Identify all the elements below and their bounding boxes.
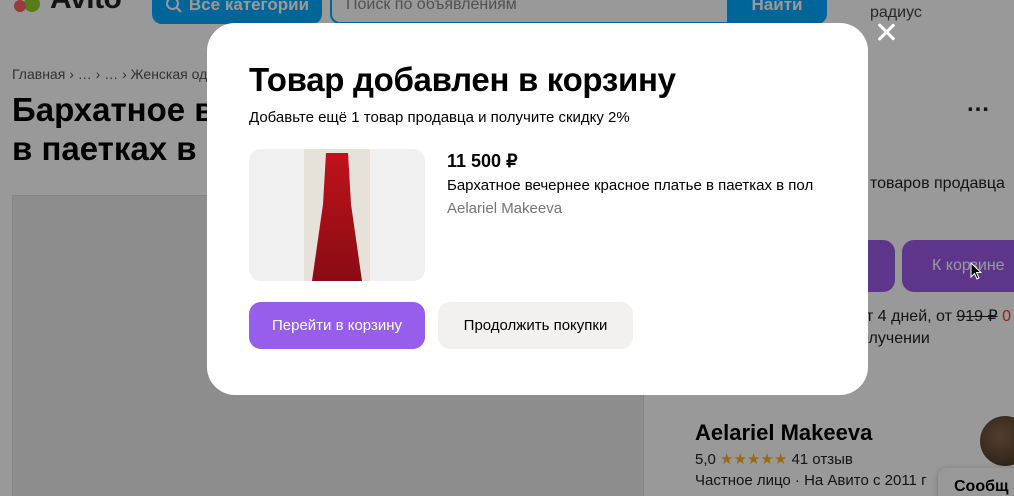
- modal-subtitle: Добавьте ещё 1 товар продавца и получите…: [249, 109, 630, 126]
- product-photo: [304, 149, 370, 281]
- product-thumbnail[interactable]: [249, 149, 425, 281]
- product-price: 11 500 ₽: [447, 151, 518, 171]
- product-name[interactable]: Бархатное вечернее красное платье в пает…: [447, 177, 832, 194]
- product-seller: Aelariel Makeeva: [447, 200, 563, 217]
- go-to-cart-button[interactable]: Перейти в корзину: [249, 302, 425, 349]
- dress-image: [312, 153, 362, 281]
- close-icon[interactable]: [872, 18, 900, 46]
- cursor-icon: [970, 262, 982, 280]
- added-to-cart-modal: Товар добавлен в корзину Добавьте ещё 1 …: [207, 23, 868, 395]
- continue-shopping-button[interactable]: Продолжить покупки: [438, 302, 633, 349]
- modal-title: Товар добавлен в корзину: [249, 61, 676, 98]
